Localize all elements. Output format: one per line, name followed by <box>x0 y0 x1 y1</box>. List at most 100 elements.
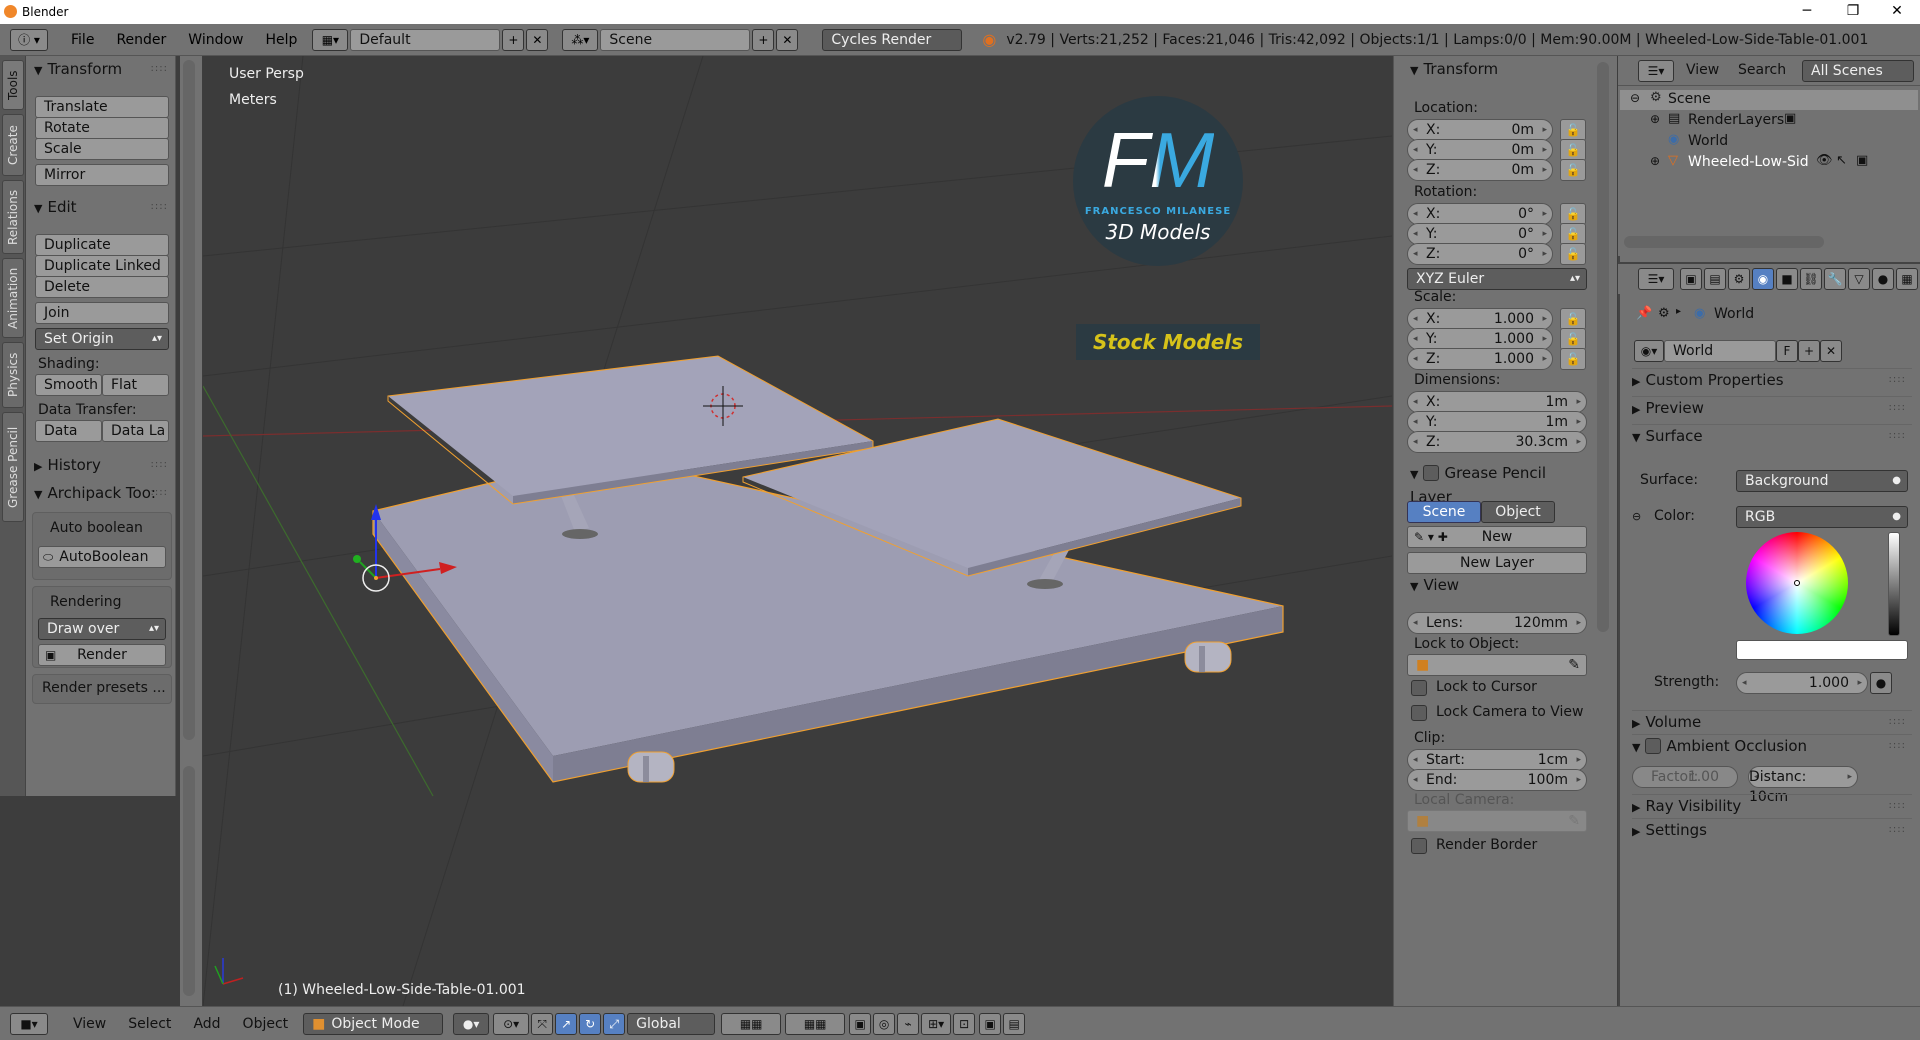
lock-rotation-x-icon[interactable]: 🔓 <box>1560 203 1586 225</box>
rotation-y-field[interactable]: ◂ Y: 0° ▸ <box>1407 223 1553 245</box>
renderlayers-context-icon[interactable]: ▤ <box>1704 268 1726 290</box>
history-panel-header[interactable]: ▶ History:::: <box>34 454 184 476</box>
rotation-mode-select[interactable]: XYZ Euler ▴▾ <box>1407 268 1587 290</box>
ao-distance-field[interactable]: ◂ Distanc: 10cm ▸ <box>1748 766 1858 805</box>
interaction-mode-select[interactable]: ■ Object Mode <box>303 1012 444 1035</box>
duplicate-button[interactable]: Duplicate <box>35 234 169 256</box>
outliner-editor-icon[interactable]: ☰▾ <box>1638 60 1674 82</box>
add-layout-icon[interactable]: + <box>502 28 525 51</box>
minimize-button[interactable]: ─ <box>1784 0 1830 24</box>
new-world-icon[interactable]: + <box>1798 340 1820 362</box>
menu-help[interactable]: Help <box>254 32 308 48</box>
lock-scale-y-icon[interactable]: 🔓 <box>1560 328 1586 350</box>
lock-object-field[interactable]: ■ ✎ <box>1407 654 1587 676</box>
selectability-cursor-icon[interactable]: ↖ <box>1836 153 1847 168</box>
transform-orientation-select[interactable]: Global <box>627 1012 716 1035</box>
collapse-icon[interactable]: ⊖ <box>1630 91 1640 105</box>
pin-icon[interactable]: 📌 <box>1636 306 1652 321</box>
menu-select[interactable]: Select <box>117 1016 182 1032</box>
ambient-occlusion-header[interactable]: ▼ Ambient Occlusion:::: <box>1632 734 1912 756</box>
auto-boolean-button[interactable]: ⬭ AutoBoolean <box>38 546 166 568</box>
grease-new-layer-button[interactable]: New Layer <box>1407 552 1587 574</box>
dimensions-y-field[interactable]: ◂ Y: 1m ▸ <box>1407 411 1587 433</box>
rotation-z-field[interactable]: ◂ Z: 0° ▸ <box>1407 243 1553 265</box>
data-layout-button[interactable]: Data La <box>102 420 169 442</box>
mirror-button[interactable]: Mirror <box>35 164 169 186</box>
outliner-row-object[interactable]: ⊕ ▽ Wheeled-Low-Side-Tab 👁 ↖ ▣ <box>1620 153 1918 173</box>
outliner-row-scene[interactable]: ⊖ ⚙ Scene <box>1620 90 1918 110</box>
draw-over-select[interactable]: Draw over ▴▾ <box>38 618 166 640</box>
info-editor-type-icon[interactable]: ⓘ ▾ <box>10 28 48 51</box>
world-context-icon[interactable]: ◉ <box>1752 268 1774 290</box>
remove-layout-icon[interactable]: ✕ <box>526 28 549 51</box>
opengl-animation-icon[interactable]: ▤ <box>1003 1012 1026 1035</box>
expand-object-icon[interactable]: ⊕ <box>1650 154 1660 168</box>
menu-view[interactable]: View <box>62 1016 117 1032</box>
maximize-button[interactable]: ❐ <box>1830 0 1876 24</box>
color-wheel[interactable] <box>1746 532 1848 634</box>
color-wheel-picker[interactable] <box>1794 580 1800 586</box>
set-origin-select[interactable]: Set Origin ▴▾ <box>35 328 169 350</box>
join-button[interactable]: Join <box>35 302 169 324</box>
translate-manipulator-icon[interactable]: ↗ <box>555 1012 578 1035</box>
properties-editor-icon[interactable]: ☰▾ <box>1638 268 1674 290</box>
shade-smooth-button[interactable]: Smooth <box>35 374 102 396</box>
scale-z-field[interactable]: ◂ Z: 1.000 ▸ <box>1407 348 1553 370</box>
strength-socket-icon[interactable]: ● <box>1870 672 1892 694</box>
outliner-menu-search[interactable]: Search <box>1738 62 1786 78</box>
color-socket-icon[interactable]: ⊖ <box>1632 510 1641 523</box>
menu-window[interactable]: Window <box>177 32 254 48</box>
location-z-field[interactable]: ◂ Z: 0m ▸ <box>1407 159 1553 181</box>
clip-start-field[interactable]: ◂ Start: 1cm ▸ <box>1407 749 1587 771</box>
lock-location-z-icon[interactable]: 🔓 <box>1560 159 1586 181</box>
lock-rotation-y-icon[interactable]: 🔓 <box>1560 223 1586 245</box>
grease-new-button[interactable]: ✎ ▾ ✚ New <box>1407 526 1587 548</box>
texture-context-icon[interactable]: ▦ <box>1896 268 1918 290</box>
scale-x-field[interactable]: ◂ X: 1.000 ▸ <box>1407 308 1553 330</box>
outliner-hscrollbar[interactable] <box>1624 236 1824 248</box>
location-x-field[interactable]: ◂ X: 0m ▸ <box>1407 119 1553 141</box>
duplicate-linked-button[interactable]: Duplicate Linked <box>35 255 169 277</box>
lock-scale-x-icon[interactable]: 🔓 <box>1560 308 1586 330</box>
lock-location-y-icon[interactable]: 🔓 <box>1560 139 1586 161</box>
fake-user-button[interactable]: F <box>1776 340 1798 362</box>
dimensions-x-field[interactable]: ◂ X: 1m ▸ <box>1407 391 1587 413</box>
archipack-panel-header[interactable]: ▼ Archipack Too::::: <box>34 482 184 504</box>
translate-button[interactable]: Translate <box>35 96 169 118</box>
clip-end-field[interactable]: ◂ End: 100m ▸ <box>1407 769 1587 791</box>
toolshelf-scrollbar-lower[interactable] <box>183 766 195 996</box>
grease-scene-tab[interactable]: Scene <box>1407 501 1481 523</box>
color-swatch[interactable] <box>1736 640 1908 660</box>
ambient-occlusion-toggle[interactable] <box>1645 738 1662 754</box>
lock-scale-z-icon[interactable]: 🔓 <box>1560 348 1586 370</box>
render-context-icon[interactable]: ▣ <box>1680 268 1702 290</box>
expand-icon[interactable]: ⊕ <box>1650 112 1660 126</box>
scale-manipulator-icon[interactable]: ⤢ <box>603 1012 626 1035</box>
color-value-slider[interactable] <box>1888 532 1900 636</box>
manipulator-toggle-icon[interactable]: ⤧ <box>531 1012 554 1035</box>
shade-flat-button[interactable]: Flat <box>102 374 169 396</box>
modifiers-context-icon[interactable]: 🔧 <box>1824 268 1846 290</box>
opengl-render-icon[interactable]: ▣ <box>979 1012 1002 1035</box>
visibility-eye-icon[interactable]: 👁 <box>1816 153 1833 168</box>
transform-panel-header[interactable]: ▼ Transform:::: <box>34 58 184 80</box>
render-presets-button[interactable]: Render presets ... <box>42 680 166 696</box>
viewport-editor-type-icon[interactable]: ■▾ <box>10 1012 48 1035</box>
ray-visibility-header[interactable]: ▶ Ray Visibility:::: <box>1632 794 1912 816</box>
scale-y-field[interactable]: ◂ Y: 1.000 ▸ <box>1407 328 1553 350</box>
n-panel-scrollbar[interactable] <box>1597 62 1609 632</box>
3d-viewport[interactable]: User Persp Meters (1) Wheeled-Low-Side-T… <box>203 56 1392 1006</box>
menu-file[interactable]: File <box>60 32 105 48</box>
scene-name-field[interactable]: Scene <box>600 28 751 51</box>
toolshelf-scrollbar[interactable] <box>183 60 195 740</box>
lock-layers-icon[interactable]: ▣ <box>849 1012 872 1035</box>
grease-pencil-toggle[interactable] <box>1423 465 1440 481</box>
dimensions-z-field[interactable]: ◂ Z: 30.3cm ▸ <box>1407 431 1587 453</box>
tab-tools[interactable]: Tools <box>2 60 24 110</box>
scene-layers-icon[interactable]: ▦▦ <box>721 1012 782 1035</box>
volume-header[interactable]: ▶ Volume:::: <box>1632 710 1912 732</box>
color-mode-select[interactable]: RGB ● <box>1736 506 1908 528</box>
scene-icon[interactable]: ⁂▾ <box>562 28 599 51</box>
viewport-shading-icon[interactable]: ●▾ <box>453 1012 490 1035</box>
world-browse-icon[interactable]: ◉▾ <box>1634 340 1664 362</box>
